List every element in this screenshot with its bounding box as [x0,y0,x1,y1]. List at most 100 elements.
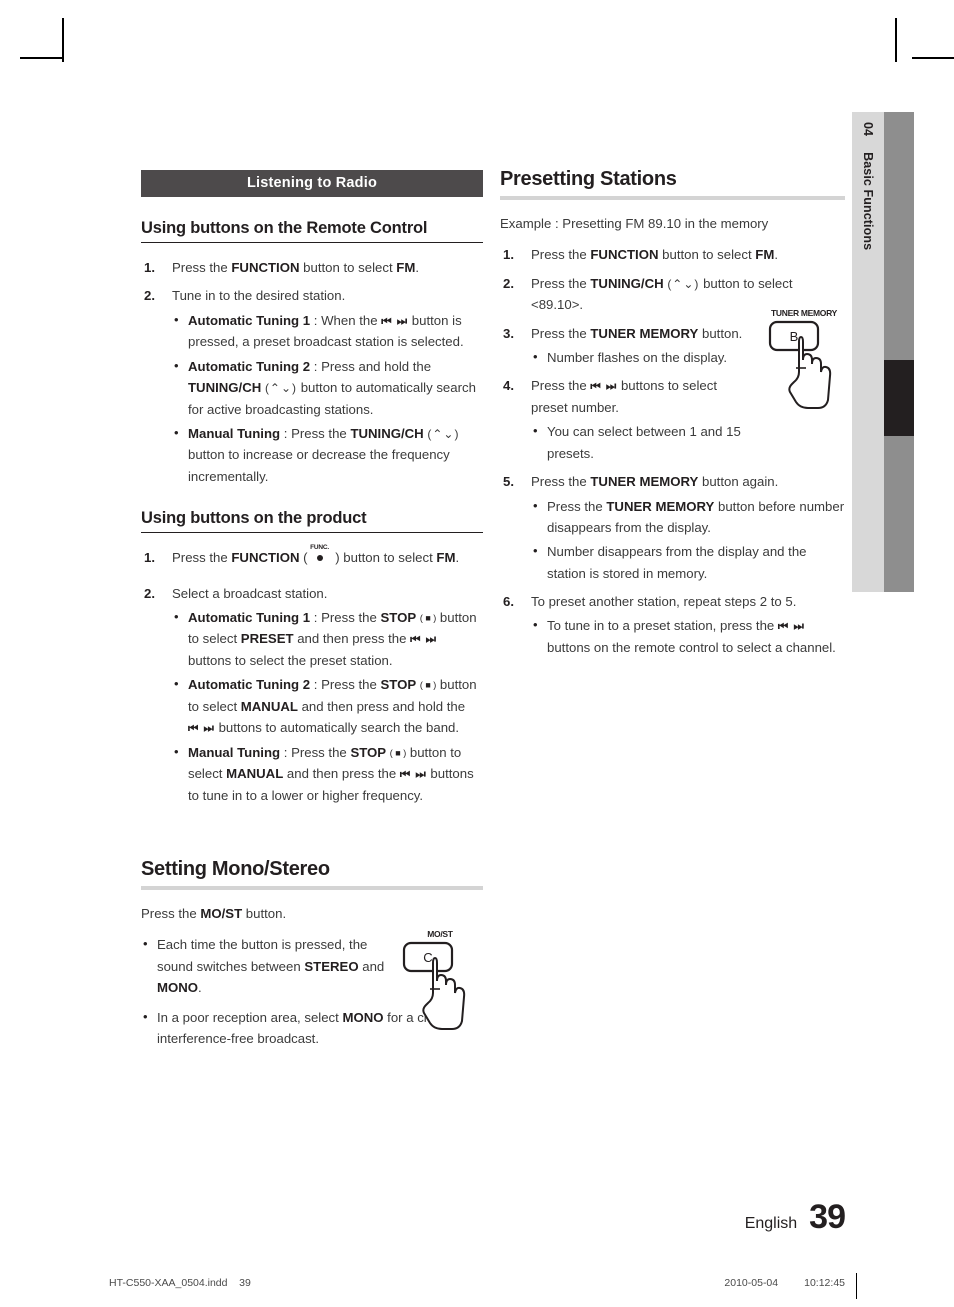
chapter-title: Basic Functions [861,152,875,251]
step-item: 6. To preset another station, repeat ste… [500,591,845,658]
skip-prev-next-icon: ⏮ ⏭ [381,315,409,328]
footer-language: English [744,1215,798,1232]
remote-control-steps: Press the 1. Press the FUNCTION button t… [141,257,483,487]
step-text: Press the ⏮ ⏭ buttons to select preset n… [531,378,717,416]
step-item: 5. Press the TUNER MEMORY button again. … [500,471,845,584]
print-time: 10:12:45 [804,1277,845,1289]
remote-tuning-bullets: Automatic Tuning 1 : When the ⏮ ⏭ button… [172,309,483,487]
step-number-1: 1. [144,260,155,275]
left-column: Listening to Radio Using buttons on the … [141,170,483,1049]
mono-stereo-intro: Press the MO/ST button. [141,906,287,921]
skip-prev-next-icon: ⏮ ⏭ [590,381,618,394]
footer-page-number: 39 [809,1198,846,1236]
step-number-3: 3. [503,325,514,341]
print-metadata-footer: HT-C550-XAA_0504.indd 39 2010-05-04 10:1… [109,1273,857,1299]
skip-prev-next-icon: ⏮ ⏭ [410,634,438,647]
subsection-heading-remote-control: Using buttons on the Remote Control [141,219,483,243]
step-item: Press the 1. Press the FUNCTION button t… [141,257,483,278]
step-number-2: 2. [503,275,514,291]
step-text: To preset another station, repeat steps … [531,594,797,610]
step-item: 2. Tune in to the desired station. Autom… [141,285,483,487]
step-number-6: 6. [503,594,514,610]
bullet-item: Each time the button is pressed, the sou… [141,933,406,998]
function-button-icon: FUNC. [308,544,332,564]
bullet-item: Automatic Tuning 1 : When the ⏮ ⏭ button… [172,309,483,353]
crop-mark-top-right-vertical [895,18,897,62]
crop-mark-top-right-horizontal [912,57,954,59]
tuner-memory-button-caption: TUNER MEMORY [771,308,837,318]
stop-square-icon: ( ■ ) [419,612,437,623]
bullet-item: Automatic Tuning 2 : Press and hold the … [172,355,483,420]
step-number-1: 1. [503,247,514,263]
step-number-1: 1. [144,550,155,566]
step-item: 1. Press the FUNCTION (FUNC. ) button to… [141,544,483,568]
print-footer-rule [856,1273,857,1299]
product-tuning-bullets: Automatic Tuning 1 : Press the STOP ( ■ … [172,606,483,806]
mo-st-button-illustration: MO/ST C [400,929,480,1036]
heading-presetting-stations: Presetting Stations [500,168,845,200]
up-down-arrows-icon: (⌃⌄) [667,276,700,291]
step-text: Select a broadcast station. [172,585,328,601]
step-5-bullets: Press the TUNER MEMORY button before num… [531,495,845,585]
step-4-bullets: You can select between 1 and 15 presets. [531,420,750,464]
tuner-memory-hand-press-illustration: B [768,320,832,409]
side-rule-gray-top [884,112,914,360]
bullet-label: Manual Tuning [188,425,281,441]
step-text: Press the TUNER MEMORY button again. [531,474,779,490]
chapter-side-tab: 04 Basic Functions [852,112,884,592]
section-header-listening-to-radio: Listening to Radio [141,170,483,197]
bullet-label: Manual Tuning [188,744,281,760]
print-file-page: 39 [239,1277,251,1289]
bullet-item: Manual Tuning : Press the STOP ( ■ ) but… [172,741,483,806]
stop-square-icon: ( ■ ) [389,747,407,758]
step-text: Tune in to the desired station. [172,288,346,304]
bullet-item: Automatic Tuning 1 : Press the STOP ( ■ … [172,606,483,671]
crop-mark-top-left-horizontal [20,57,64,59]
presetting-steps: 1. Press the FUNCTION button to select F… [500,244,845,658]
bullet-label: Automatic Tuning 2 [188,358,311,374]
bullet-label: Automatic Tuning 2 [188,677,311,693]
print-file-info: HT-C550-XAA_0504.indd 39 [109,1277,251,1289]
step-text: Press the FUNCTION button to select FM. [172,260,420,275]
side-rule-black [884,360,914,436]
product-button-steps: 1. Press the FUNCTION (FUNC. ) button to… [141,544,483,807]
side-rule-gray-bottom [884,436,914,592]
step-text: Press the FUNCTION (FUNC. ) button to se… [172,544,460,566]
crop-mark-top-left-vertical [62,18,64,62]
step-item: 2. Select a broadcast station. Automatic… [141,583,483,807]
subsection-heading-product-buttons: Using buttons on the product [141,509,483,534]
step-text: Press the TUNER MEMORY button. [531,325,743,341]
mo-st-hand-press-illustration: C [402,941,466,1030]
skip-prev-next-icon: ⏮ ⏭ [777,621,805,634]
bullet-label: Automatic Tuning 1 [188,609,311,625]
presetting-example-text: Example : Presetting FM 89.10 in the mem… [500,216,769,231]
page-footer: English 39 [0,1198,954,1237]
skip-prev-next-icon: ⏮ ⏭ [188,723,215,735]
up-down-arrows-icon: (⌃⌄) [427,426,460,441]
svg-text:B: B [790,329,799,344]
step-item: 1. Press the FUNCTION button to select F… [500,244,845,265]
bullet-item: Automatic Tuning 2 : Press the STOP ( ■ … [172,673,483,738]
step-3-bullets: Number flashes on the display. [531,346,765,368]
step-text: Press the TUNING/CH (⌃⌄) button to selec… [531,275,793,313]
print-file-name: HT-C550-XAA_0504.indd [109,1277,228,1289]
step-item: 4. Press the ⏮ ⏭ buttons to select prese… [500,375,750,464]
step-6-bullets: To tune in to a preset station, press th… [531,614,845,658]
bullet-item: Manual Tuning : Press the TUNING/CH (⌃⌄)… [172,422,483,487]
skip-prev-next-icon: ⏮ ⏭ [399,769,427,781]
mo-st-button-caption: MO/ST [427,929,453,939]
bullet-item: Press the TUNER MEMORY button before num… [531,495,845,539]
bullet-label: Automatic Tuning 1 [188,312,311,328]
chapter-side-tab-text: 04 Basic Functions [852,112,884,592]
print-timestamp: 2010-05-04 10:12:45 [724,1273,857,1299]
chapter-number: 04 [861,122,875,137]
step-number-2: 2. [144,585,155,601]
bullet-item: You can select between 1 and 15 presets. [531,420,750,464]
heading-setting-mono-stereo: Setting Mono/Stereo [141,858,483,890]
step-number-5: 5. [503,474,514,490]
tuner-memory-button-illustration: TUNER MEMORY B [762,308,846,415]
bullet-item: To tune in to a preset station, press th… [531,614,845,658]
stop-square-icon: ( ■ ) [419,680,437,691]
svg-text:C: C [423,950,432,965]
step-text: Press the FUNCTION button to select FM. [531,247,779,263]
